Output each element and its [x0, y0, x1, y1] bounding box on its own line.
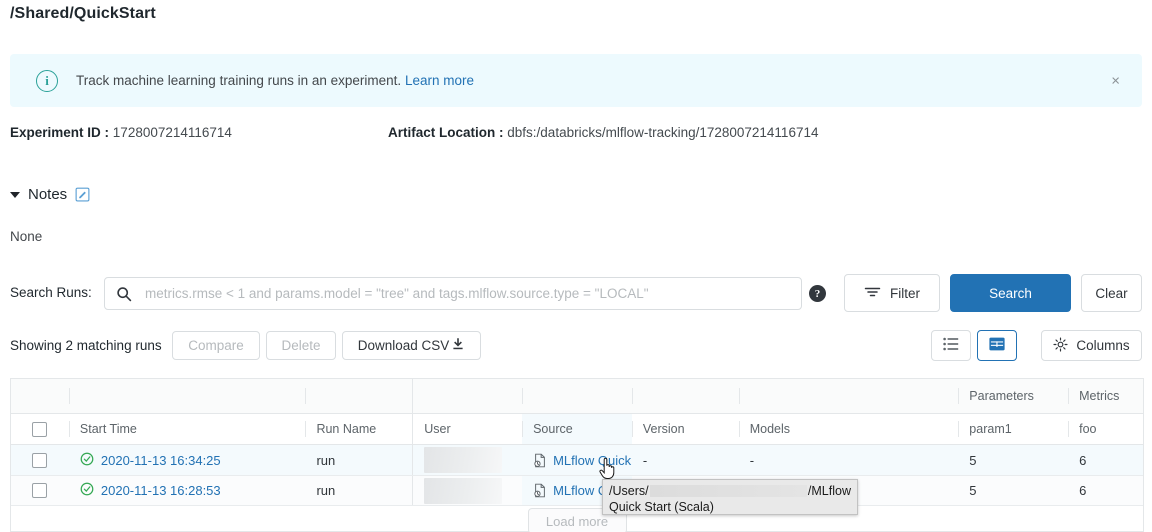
columns-button[interactable]: Columns	[1041, 330, 1142, 361]
row-checkbox[interactable]	[32, 453, 47, 468]
list-view-icon	[943, 337, 959, 354]
cell-start-time: 2020-11-13 16:28:53	[69, 476, 306, 505]
breadcrumb[interactable]: /Shared/QuickStart	[10, 5, 156, 23]
filter-button[interactable]: Filter	[844, 274, 940, 312]
edit-pencil-icon[interactable]	[75, 187, 90, 202]
table-row[interactable]: 2020-11-13 16:34:25 run MLflow Quick	[11, 445, 1143, 475]
chevron-down-icon[interactable]	[10, 192, 20, 198]
group-header-blank-0	[11, 379, 69, 413]
compare-button[interactable]: Compare	[172, 331, 260, 360]
tooltip-path-suffix: /MLflow	[808, 483, 851, 499]
cell-foo: 6	[1068, 445, 1143, 475]
artifact-location-value: dbfs:/databricks/mlflow-tracking/1728007…	[507, 125, 818, 140]
cell-user	[412, 476, 522, 505]
cell-param1: 5	[958, 445, 1068, 475]
tooltip-line-2: Quick Start (Scala)	[609, 499, 851, 515]
success-check-icon	[80, 452, 94, 469]
artifact-location-field: Artifact Location : dbfs:/databricks/mlf…	[388, 125, 818, 140]
notes-header: Notes	[10, 186, 90, 203]
start-time-link[interactable]: 2020-11-13 16:28:53	[101, 483, 221, 498]
experiment-id-label: Experiment ID :	[10, 125, 109, 140]
table-footer: Load more	[11, 505, 1143, 532]
search-help-icon[interactable]: ?	[809, 285, 826, 302]
search-button[interactable]: Search	[950, 274, 1071, 312]
select-all-checkbox[interactable]	[32, 422, 47, 437]
runs-table: Parameters Metrics Start Time Run Name U…	[10, 378, 1144, 532]
cell-models: -	[739, 445, 959, 475]
column-header-run-name[interactable]: Run Name	[305, 414, 412, 444]
row-checkbox[interactable]	[32, 483, 47, 498]
column-header-user[interactable]: User	[412, 414, 522, 444]
cell-source: MLflow Quick	[522, 445, 632, 475]
filter-label: Filter	[890, 286, 920, 301]
group-header-blank-6	[739, 379, 959, 413]
cell-user	[412, 445, 522, 475]
search-runs-label: Search Runs:	[10, 285, 92, 300]
start-time-link[interactable]: 2020-11-13 16:34:25	[101, 453, 221, 468]
info-circle-icon: i	[36, 70, 58, 92]
learn-more-link[interactable]: Learn more	[405, 73, 474, 88]
column-header-version[interactable]: Version	[632, 414, 739, 444]
user-redacted	[424, 478, 502, 504]
column-header-models[interactable]: Models	[739, 414, 959, 444]
row-checkbox-cell	[11, 445, 69, 475]
group-header-parameters: Parameters	[958, 379, 1068, 413]
column-header-foo[interactable]: foo	[1068, 414, 1143, 444]
download-csv-button[interactable]: Download CSV	[342, 331, 481, 360]
row-checkbox-cell	[11, 476, 69, 505]
tooltip-path-prefix: /Users/	[609, 483, 649, 499]
experiment-id-field: Experiment ID : 1728007214116714	[10, 125, 232, 140]
column-header-start-time[interactable]: Start Time	[69, 414, 306, 444]
group-header-blank-1	[69, 379, 306, 413]
search-icon	[105, 286, 132, 302]
artifact-location-label: Artifact Location :	[388, 125, 504, 140]
success-check-icon	[80, 482, 94, 499]
group-header-blank-3	[412, 379, 522, 413]
list-view-button[interactable]	[931, 330, 971, 361]
group-header-blank-5	[632, 379, 739, 413]
info-banner-text: Track machine learning training runs in …	[76, 73, 474, 88]
cell-run-name: run	[305, 445, 412, 475]
select-all-checkbox-cell	[11, 414, 69, 444]
notes-body: None	[10, 229, 42, 244]
search-runs-box[interactable]	[104, 277, 802, 310]
user-redacted	[424, 447, 502, 473]
showing-runs-count: Showing 2 matching runs	[10, 338, 162, 353]
search-input[interactable]	[143, 285, 783, 302]
table-column-header-row: Start Time Run Name User Source Version …	[11, 414, 1143, 445]
grid-view-icon	[989, 337, 1005, 354]
cell-run-name: run	[305, 476, 412, 505]
tooltip-path-redacted	[650, 485, 807, 497]
delete-button[interactable]: Delete	[266, 331, 336, 360]
gear-icon	[1053, 337, 1068, 355]
notebook-revision-icon	[533, 483, 547, 498]
column-header-source[interactable]: Source	[522, 414, 632, 444]
cell-foo: 6	[1068, 476, 1143, 505]
column-header-param1[interactable]: param1	[958, 414, 1068, 444]
source-tooltip: /Users/ /MLflow Quick Start (Scala)	[602, 479, 858, 515]
group-header-blank-2	[305, 379, 412, 413]
download-csv-label: Download CSV	[358, 338, 450, 353]
table-row[interactable]: 2020-11-13 16:28:53 run MLflow Quic	[11, 475, 1143, 505]
info-banner-message: Track machine learning training runs in …	[76, 73, 401, 88]
mlflow-experiment-page: /Shared/QuickStart i Track machine learn…	[0, 0, 1152, 532]
grid-view-button[interactable]	[977, 330, 1017, 361]
columns-label: Columns	[1076, 338, 1129, 353]
source-link[interactable]: MLflow Quick	[553, 453, 631, 468]
cell-start-time: 2020-11-13 16:34:25	[69, 445, 306, 475]
group-header-metrics: Metrics	[1068, 379, 1143, 413]
table-group-header-row: Parameters Metrics	[11, 379, 1143, 414]
group-header-blank-4	[522, 379, 632, 413]
close-icon[interactable]: ×	[1111, 73, 1120, 88]
experiment-id-value: 1728007214116714	[113, 125, 232, 140]
cell-param1: 5	[958, 476, 1068, 505]
clear-button[interactable]: Clear	[1081, 274, 1142, 312]
filter-icon	[864, 285, 881, 302]
download-icon	[451, 337, 465, 354]
notes-title: Notes	[28, 186, 67, 203]
cell-version: -	[632, 445, 739, 475]
info-banner: i Track machine learning training runs i…	[10, 54, 1142, 107]
notebook-revision-icon	[533, 453, 547, 468]
